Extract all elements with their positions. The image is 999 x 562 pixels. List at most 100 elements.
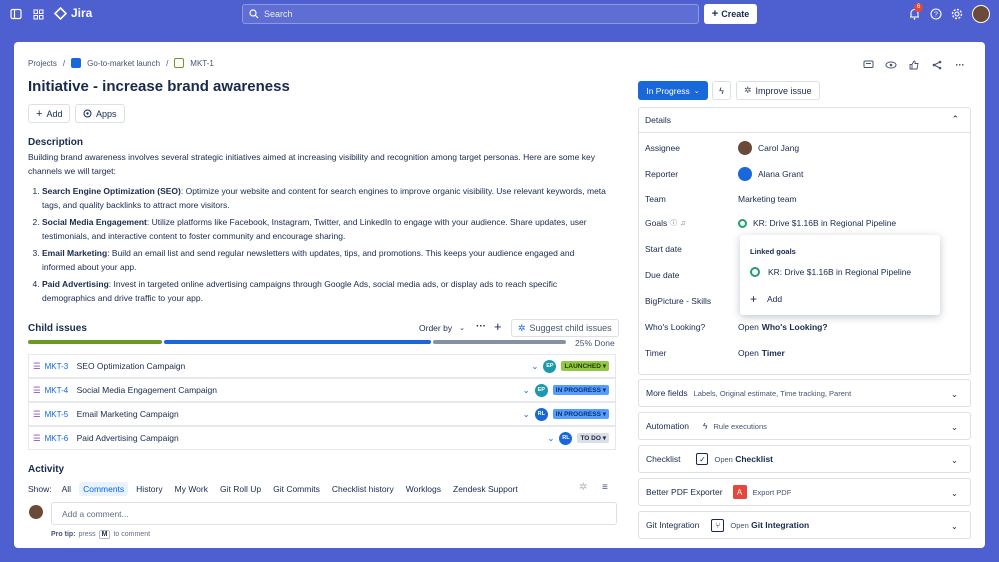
tab-all[interactable]: All — [58, 482, 75, 496]
pdf-exporter-section[interactable]: Better PDF Exporter A Export PDF ⌄ — [638, 478, 971, 506]
sparkle-icon: ✲ — [744, 85, 752, 95]
whos-looking-open[interactable]: Open — [738, 322, 759, 332]
goal-value[interactable]: KR: Drive $1.16B in Regional Pipeline — [753, 218, 896, 228]
notification-bell-icon[interactable]: ♫ — [680, 220, 685, 227]
automation-label: Automation — [646, 421, 689, 431]
order-by-label: Order by — [419, 323, 453, 333]
popup-goal-item[interactable]: KR: Drive $1.16B in Regional Pipeline — [750, 267, 911, 277]
avatar[interactable]: RL — [534, 407, 548, 421]
goals-label: Goals — [645, 218, 668, 228]
show-label: Show: — [28, 484, 52, 494]
child-summary[interactable]: Paid Advertising Campaign — [77, 433, 548, 443]
tab-history[interactable]: History — [132, 482, 166, 496]
description-body[interactable]: Building brand awareness involves severa… — [28, 150, 608, 308]
keyboard-shortcut: M — [98, 530, 111, 539]
whos-looking-label: Who's Looking? — [645, 322, 706, 332]
feedback-icon[interactable] — [860, 55, 876, 74]
like-icon[interactable] — [906, 55, 922, 74]
avatar[interactable]: EP — [534, 383, 548, 397]
whos-looking-value[interactable]: Who's Looking? — [762, 322, 828, 332]
status-badge[interactable]: LAUNCHED ▾ — [561, 361, 609, 371]
team-label: Team — [645, 194, 666, 204]
issue-type-icon — [174, 58, 185, 68]
profile-avatar[interactable] — [972, 5, 990, 23]
child-key[interactable]: MKT-6 — [45, 434, 73, 443]
breadcrumb-projects[interactable]: Projects — [28, 59, 57, 68]
share-icon[interactable] — [929, 55, 945, 74]
details-header[interactable]: Details ⌃ — [638, 107, 971, 133]
suggest-child-issues-button[interactable]: ✲ Suggest child issues — [511, 319, 619, 337]
breadcrumb-issue-key[interactable]: MKT-1 — [190, 59, 214, 68]
team-value[interactable]: Marketing team — [738, 194, 797, 204]
timer-value[interactable]: Timer — [762, 348, 785, 358]
list-item: Paid Advertising: Invest in targeted onl… — [42, 277, 608, 305]
tab-checklist-history[interactable]: Checklist history — [328, 482, 398, 496]
assignee-value[interactable]: Carol Jang — [758, 143, 799, 153]
add-button[interactable]: + Add — [28, 104, 71, 123]
apps-button[interactable]: Apps — [75, 104, 125, 123]
order-by-button[interactable]: Order by ⌄ — [419, 323, 465, 333]
help-icon[interactable]: ? — [928, 6, 944, 22]
table-row[interactable]: ☰ MKT-4 Social Media Engagement Campaign… — [28, 378, 616, 402]
sidebar-toggle-icon[interactable] — [8, 6, 24, 22]
comment-input[interactable]: Add a comment... — [51, 502, 617, 525]
child-key[interactable]: MKT-4 — [45, 386, 73, 395]
avatar[interactable]: RL — [559, 431, 573, 445]
tab-zendesk-support[interactable]: Zendesk Support — [449, 482, 522, 496]
status-badge[interactable]: IN PROGRESS ▾ — [552, 385, 609, 395]
checklist-label: Checklist — [646, 454, 681, 464]
timer-open[interactable]: Open — [738, 348, 759, 358]
tab-git-commits[interactable]: Git Commits — [269, 482, 324, 496]
status-badge[interactable]: TO DO ▾ — [577, 433, 609, 443]
improve-issue-button[interactable]: ✲ Improve issue — [736, 81, 820, 100]
table-row[interactable]: ☰ MKT-3 SEO Optimization Campaign ⌄ EP L… — [28, 354, 616, 378]
search-icon — [249, 9, 259, 19]
create-button[interactable]: + Create — [704, 4, 757, 24]
tab-comments[interactable]: Comments — [79, 482, 129, 496]
git-open: Open — [730, 521, 749, 530]
table-row[interactable]: ☰ MKT-5 Email Marketing Campaign ⌄ RL IN… — [28, 402, 616, 426]
child-key[interactable]: MKT-3 — [45, 362, 73, 371]
child-key[interactable]: MKT-5 — [45, 410, 73, 419]
details-heading: Details — [645, 114, 671, 125]
status-badge[interactable]: IN PROGRESS ▾ — [552, 409, 609, 419]
page-title[interactable]: Initiative - increase brand awareness — [28, 78, 290, 95]
child-summary[interactable]: Email Marketing Campaign — [77, 409, 523, 419]
sparkle-icon[interactable]: ✲ — [579, 482, 587, 493]
linked-goals-popup: Linked goals KR: Drive $1.16B in Regiona… — [740, 235, 940, 315]
subtask-icon: ☰ — [33, 384, 41, 395]
watch-eye-icon[interactable] — [883, 55, 899, 74]
more-options-icon[interactable]: ··· — [476, 321, 486, 332]
table-row[interactable]: ☰ MKT-6 Paid Advertising Campaign ⌄ RL T… — [28, 426, 616, 450]
description-intro: Building brand awareness involves severa… — [28, 152, 595, 176]
search-input[interactable]: Search — [242, 4, 699, 24]
sort-icon[interactable]: ≡ — [602, 482, 608, 493]
tab-my-work[interactable]: My Work — [171, 482, 212, 496]
automation-lightning-button[interactable]: ϟ — [712, 81, 731, 100]
status-dropdown[interactable]: In Progress ⌄ — [638, 81, 708, 100]
assignee-label: Assignee — [645, 143, 680, 153]
more-fields-section[interactable]: More fields Labels, Original estimate, T… — [638, 379, 971, 407]
settings-gear-icon[interactable] — [949, 6, 965, 22]
automation-section[interactable]: Automation ϟ Rule executions ⌄ — [638, 412, 971, 440]
issue-actions: ··· — [860, 55, 968, 74]
add-child-icon[interactable]: + — [494, 319, 502, 334]
top-navigation: Jira Search + Create 6 ? — [0, 0, 999, 28]
checklist-section[interactable]: Checklist ✓ Open Checklist ⌄ — [638, 445, 971, 473]
app-switcher-icon[interactable] — [30, 6, 46, 22]
svg-text:?: ? — [934, 12, 938, 19]
breadcrumb-project[interactable]: Go-to-market launch — [87, 59, 160, 68]
child-summary[interactable]: SEO Optimization Campaign — [77, 361, 532, 371]
reporter-value[interactable]: Alana Grant — [758, 169, 803, 179]
tab-worklogs[interactable]: Worklogs — [402, 482, 445, 496]
tab-git-roll-up[interactable]: Git Roll Up — [216, 482, 265, 496]
checklist-open: Open — [714, 455, 733, 464]
child-summary[interactable]: Social Media Engagement Campaign — [77, 385, 523, 395]
child-issues-heading: Child issues — [28, 323, 87, 334]
jira-logo[interactable]: Jira — [54, 6, 92, 20]
avatar[interactable]: EP — [543, 359, 557, 373]
more-actions-icon[interactable]: ··· — [952, 55, 968, 74]
git-integration-section[interactable]: Git Integration ⑂ Open Git Integration ⌄ — [638, 511, 971, 539]
info-icon[interactable]: ⓘ — [670, 218, 677, 228]
popup-add-goal[interactable]: + Add — [750, 292, 782, 306]
